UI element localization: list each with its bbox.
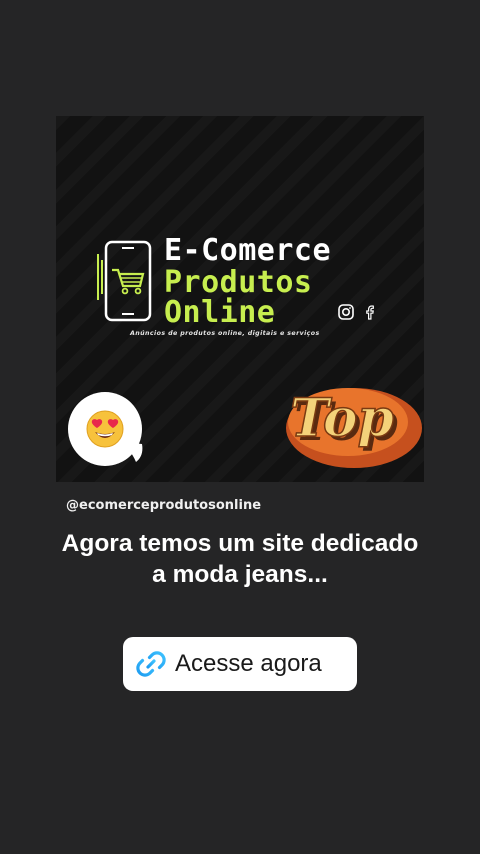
shared-post-image[interactable]: E-Comerce Produtos Online Anúncios de pr… bbox=[56, 116, 424, 482]
brand-tagline: Anúncios de produtos online, digitais e … bbox=[130, 330, 320, 337]
link-sticker-button[interactable]: Acesse agora bbox=[123, 637, 357, 691]
mention-handle[interactable]: @ecomerceprodutosonline bbox=[66, 498, 261, 513]
brand-subtitle-online: Online bbox=[164, 295, 276, 330]
caption-line-2: a moda jeans... bbox=[152, 561, 328, 588]
top-sticker-text: Top bbox=[290, 388, 394, 449]
brand-title: E-Comerce bbox=[164, 233, 332, 268]
heart-eyes-emoji-icon bbox=[86, 410, 124, 448]
story-caption: Agora temos um site dedicado a moda jean… bbox=[0, 528, 480, 590]
emoji-bubble-tail bbox=[122, 442, 143, 462]
brand-subtitle-produtos: Produtos bbox=[164, 265, 313, 300]
caption-line-1: Agora temos um site dedicado bbox=[61, 530, 419, 557]
top-sticker: Top Top bbox=[286, 387, 422, 468]
link-sticker-label: Acesse agora bbox=[175, 650, 322, 677]
link-icon bbox=[136, 651, 166, 677]
phone-cart-icon bbox=[97, 240, 152, 322]
facebook-icon bbox=[366, 305, 374, 320]
instagram-icon bbox=[338, 304, 354, 320]
